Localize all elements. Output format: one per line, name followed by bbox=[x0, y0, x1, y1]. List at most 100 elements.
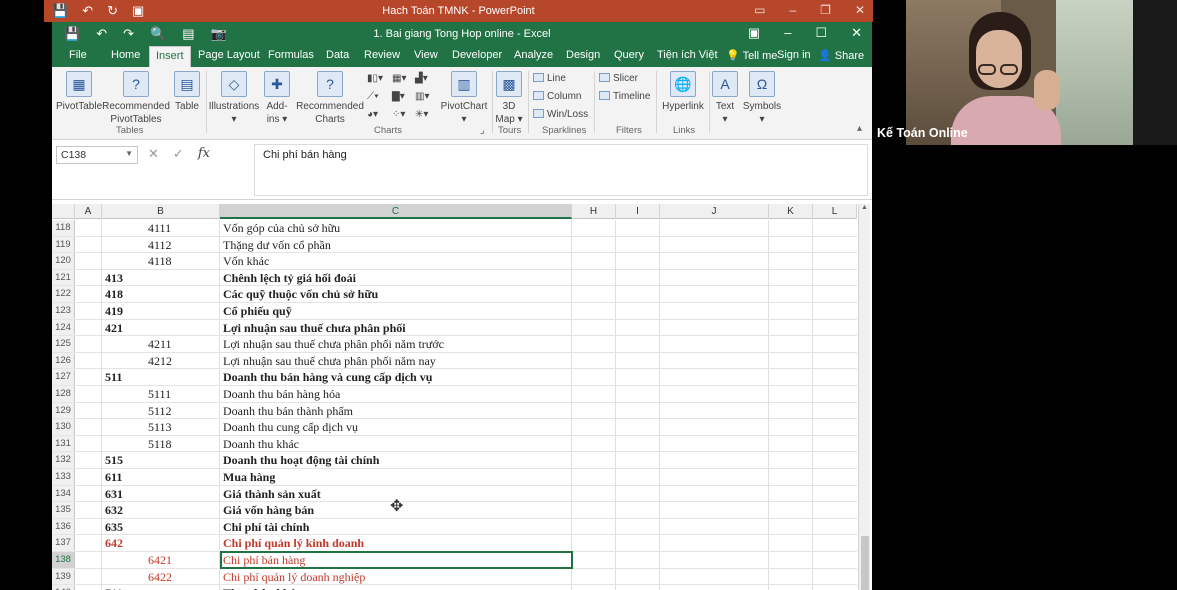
row-number[interactable]: 123 bbox=[52, 303, 75, 319]
account-code-cell[interactable]: 418 bbox=[102, 286, 220, 302]
column-header[interactable]: J bbox=[660, 204, 769, 219]
account-code-cell[interactable]: 631 bbox=[102, 485, 220, 502]
cell-i[interactable] bbox=[616, 303, 660, 319]
cell-j[interactable] bbox=[660, 253, 769, 269]
cell-h[interactable] bbox=[572, 269, 616, 286]
close-icon[interactable]: ✕ bbox=[851, 25, 862, 41]
cell-l[interactable] bbox=[813, 502, 857, 518]
cell-a[interactable] bbox=[75, 535, 102, 551]
cell-h[interactable] bbox=[572, 568, 616, 585]
collapse-ribbon-icon[interactable]: ▴ bbox=[857, 123, 862, 134]
column-header[interactable]: A bbox=[75, 204, 102, 219]
account-name-cell[interactable]: Doanh thu bán thành phẩm bbox=[220, 402, 572, 419]
cell-h[interactable] bbox=[572, 336, 616, 352]
cell-a[interactable] bbox=[75, 469, 102, 485]
tab-insert[interactable]: Insert bbox=[149, 46, 191, 67]
tab-file[interactable]: File bbox=[69, 49, 87, 61]
line-chart-dropdown[interactable]: ⟋▾ bbox=[367, 91, 379, 102]
account-code-cell[interactable]: 4118 bbox=[102, 253, 220, 269]
cell-a[interactable] bbox=[75, 435, 102, 452]
tab-view[interactable]: View bbox=[414, 49, 438, 61]
account-name-cell[interactable]: Lợi nhuận sau thuế chưa phân phối bbox=[220, 319, 572, 336]
cell-j[interactable] bbox=[660, 552, 769, 568]
cell-a[interactable] bbox=[75, 236, 102, 253]
account-name-cell[interactable]: Doanh thu hoạt động tài chính bbox=[220, 452, 572, 468]
symbols-button[interactable]: Ω Symbols ▾ bbox=[741, 71, 783, 126]
cell-h[interactable] bbox=[572, 435, 616, 452]
cell-h[interactable] bbox=[572, 552, 616, 568]
cell-h[interactable] bbox=[572, 319, 616, 336]
ribbon-display-icon[interactable]: ▣ bbox=[748, 25, 760, 41]
cell-l[interactable] bbox=[813, 286, 857, 302]
cell-j[interactable] bbox=[660, 419, 769, 435]
enter-icon[interactable]: ✓ bbox=[173, 146, 184, 162]
cell-k[interactable] bbox=[769, 352, 813, 369]
cell-j[interactable] bbox=[660, 286, 769, 302]
cell-j[interactable] bbox=[660, 319, 769, 336]
account-name-cell[interactable]: Chi phí quản lý doanh nghiệp bbox=[220, 568, 572, 585]
cell-j[interactable] bbox=[660, 535, 769, 551]
cell-h[interactable] bbox=[572, 236, 616, 253]
cell-k[interactable] bbox=[769, 552, 813, 568]
cell-a[interactable] bbox=[75, 336, 102, 352]
cell-l[interactable] bbox=[813, 336, 857, 352]
cell-i[interactable] bbox=[616, 585, 660, 590]
cell-k[interactable] bbox=[769, 435, 813, 452]
cell-i[interactable] bbox=[616, 319, 660, 336]
cell-j[interactable] bbox=[660, 386, 769, 402]
vertical-scrollbar[interactable]: ▲ bbox=[858, 204, 870, 590]
account-name-cell[interactable]: Doanh thu cung cấp dịch vụ bbox=[220, 419, 572, 435]
account-code-cell[interactable]: 515 bbox=[102, 452, 220, 468]
row-number[interactable]: 129 bbox=[52, 402, 75, 419]
cell-h[interactable] bbox=[572, 469, 616, 485]
tab-review[interactable]: Review bbox=[364, 49, 400, 61]
account-name-cell[interactable]: Mua hàng bbox=[220, 469, 572, 485]
table-button[interactable]: ▤ Table bbox=[170, 71, 204, 113]
account-name-cell[interactable]: Chi phí quản lý kinh doanh bbox=[220, 535, 572, 551]
tab-tien-ich-viet[interactable]: Tiện ích Việt bbox=[657, 49, 718, 61]
account-code-cell[interactable]: 5113 bbox=[102, 419, 220, 435]
account-code-cell[interactable]: 642 bbox=[102, 535, 220, 551]
cell-h[interactable] bbox=[572, 352, 616, 369]
cell-j[interactable] bbox=[660, 585, 769, 590]
scroll-up-icon[interactable]: ▲ bbox=[859, 204, 870, 211]
row-number[interactable]: 124 bbox=[52, 319, 75, 336]
cell-i[interactable] bbox=[616, 452, 660, 468]
row-number[interactable]: 135 bbox=[52, 502, 75, 518]
recommended-pivottables-button[interactable]: ? Recommended PivotTables bbox=[102, 71, 170, 126]
waterfall-chart-dropdown[interactable]: ▟▾ bbox=[415, 73, 428, 84]
close-icon[interactable]: ✕ bbox=[855, 3, 865, 17]
cell-k[interactable] bbox=[769, 469, 813, 485]
pie-chart-dropdown[interactable]: ◕▾ bbox=[367, 109, 378, 120]
maximize-icon[interactable]: ☐ bbox=[815, 25, 827, 41]
cell-a[interactable] bbox=[75, 402, 102, 419]
row-number[interactable]: 138 bbox=[52, 552, 75, 568]
cell-l[interactable] bbox=[813, 270, 857, 286]
cell-j[interactable] bbox=[660, 336, 769, 352]
cell-h[interactable] bbox=[572, 402, 616, 419]
account-code-cell[interactable]: 5118 bbox=[102, 435, 220, 452]
cell-j[interactable] bbox=[660, 220, 769, 236]
account-code-cell[interactable]: 711 bbox=[102, 585, 220, 590]
cell-l[interactable] bbox=[813, 569, 857, 585]
surface-chart-dropdown[interactable]: ✳▾ bbox=[415, 109, 428, 120]
account-name-cell[interactable]: Lợi nhuận sau thuế chưa phân phối năm tr… bbox=[220, 336, 572, 352]
sign-in-link[interactable]: Sign in bbox=[777, 49, 811, 61]
cell-a[interactable] bbox=[75, 352, 102, 369]
account-name-cell[interactable]: Lợi nhuận sau thuế chưa phân phối năm na… bbox=[220, 352, 572, 369]
3d-map-button[interactable]: ▩ 3D Map ▾ bbox=[494, 71, 524, 126]
tab-home[interactable]: Home bbox=[111, 49, 140, 61]
cell-a[interactable] bbox=[75, 452, 102, 468]
cell-i[interactable] bbox=[616, 568, 660, 585]
cell-i[interactable] bbox=[616, 518, 660, 535]
cell-k[interactable] bbox=[769, 236, 813, 253]
cell-j[interactable] bbox=[660, 469, 769, 485]
cell-h[interactable] bbox=[572, 585, 616, 590]
row-number[interactable]: 121 bbox=[52, 269, 75, 286]
cell-k[interactable] bbox=[769, 336, 813, 352]
column-header[interactable]: H bbox=[572, 204, 616, 219]
cell-k[interactable] bbox=[769, 502, 813, 518]
account-code-cell[interactable]: 635 bbox=[102, 518, 220, 535]
row-number[interactable]: 128 bbox=[52, 386, 75, 402]
cell-h[interactable] bbox=[572, 485, 616, 502]
